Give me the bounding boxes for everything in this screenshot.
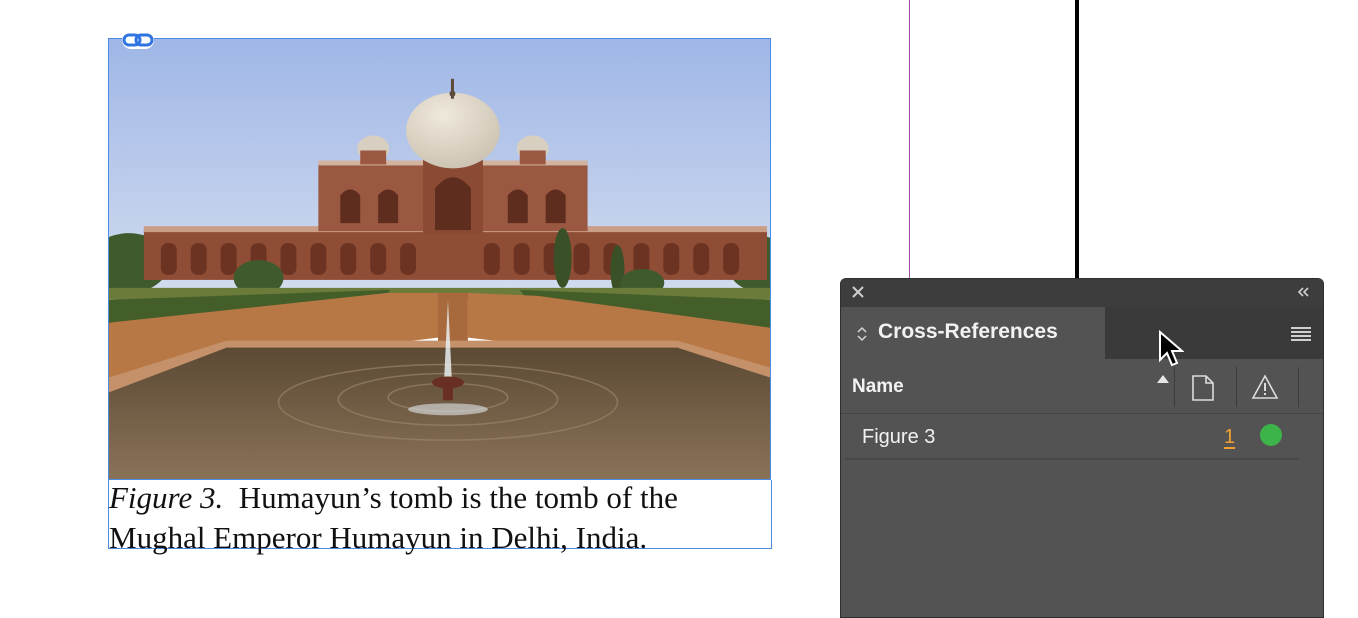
panel-title: Cross-References (878, 320, 1058, 343)
page-edge-line (1075, 0, 1079, 280)
double-chevron-left-icon[interactable] (1295, 285, 1311, 299)
table-row[interactable]: Figure 3 1 (845, 414, 1299, 460)
column-name-header[interactable]: Name (852, 376, 904, 398)
figure-caption: Figure 3. Humayun’s tomb is the tomb of … (109, 478, 769, 558)
column-separator (1298, 367, 1299, 407)
panel-tab-strip: Cross-References (841, 307, 1323, 359)
purple-guide-line (909, 0, 910, 280)
mouse-pointer-icon (1159, 330, 1184, 367)
up-down-arrows-icon[interactable] (857, 325, 867, 343)
sort-ascending-icon[interactable] (1157, 375, 1169, 383)
column-separator (1174, 367, 1175, 407)
row-page-link[interactable]: 1 (1224, 426, 1235, 449)
close-icon[interactable] (851, 285, 865, 299)
image-frame[interactable] (108, 38, 771, 480)
page-icon[interactable] (1190, 374, 1216, 402)
caption-label: Figure 3. (109, 480, 224, 515)
humayun-tomb-image (109, 39, 770, 479)
row-name: Figure 3 (862, 426, 936, 448)
link-icon (122, 33, 154, 47)
status-ok-indicator (1260, 424, 1282, 446)
column-separator (1236, 367, 1237, 407)
link-badge[interactable] (122, 31, 154, 49)
tab-cross-references[interactable]: Cross-References (841, 307, 1105, 359)
hamburger-menu-icon[interactable] (1291, 325, 1311, 341)
column-header: Name (841, 359, 1323, 414)
cross-references-panel: Cross-References Name Figure 3 1 (840, 278, 1324, 618)
warning-icon[interactable] (1251, 374, 1279, 400)
panel-titlebar[interactable] (841, 279, 1323, 307)
